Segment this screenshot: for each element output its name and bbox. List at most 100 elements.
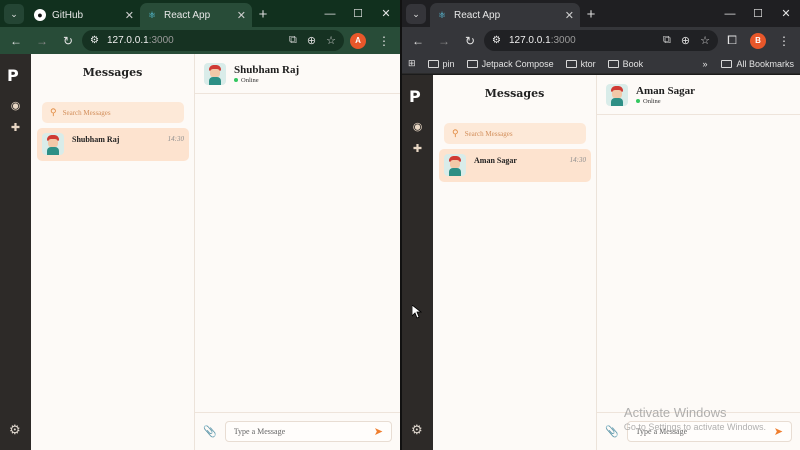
- maximize-icon[interactable]: ☐: [344, 7, 372, 20]
- browser-window-right: ⌄ ⚛ React App ✕ + — ☐ ✕ ← → ↻ ⚙ 127.0.0.…: [402, 0, 800, 450]
- address-bar[interactable]: ⚙ 127.0.0.1:3000 ⧉ ⊕ ☆: [484, 30, 718, 51]
- url-path: :3000: [148, 35, 174, 46]
- avatar: [42, 133, 64, 155]
- reload-button[interactable]: ↻: [56, 30, 80, 52]
- message-box[interactable]: ➤: [224, 421, 392, 442]
- close-window-icon[interactable]: ✕: [372, 7, 400, 20]
- app-logo[interactable]: P: [7, 66, 23, 85]
- browser-toolbar: ← → ↻ ⚙ 127.0.0.1:3000 ⧉ ⊕ ☆ ⧠ B ⋮: [402, 27, 800, 54]
- more-bookmarks-icon[interactable]: »: [702, 59, 707, 69]
- attachment-icon[interactable]: 📎: [203, 425, 217, 438]
- search-box[interactable]: ⚲: [444, 123, 586, 144]
- send-icon[interactable]: ➤: [774, 425, 783, 438]
- extensions-icon[interactable]: ⧠: [720, 30, 744, 52]
- mouse-cursor-icon: [412, 305, 422, 319]
- send-icon[interactable]: ➤: [374, 425, 383, 438]
- add-chat-icon[interactable]: ✚: [411, 142, 424, 155]
- tab-strip: ⌄ ⚛ React App ✕ + — ☐ ✕: [402, 0, 800, 27]
- message-input[interactable]: [233, 427, 374, 436]
- browser-toolbar: ← → ↻ ⚙ 127.0.0.1:3000 ⧉ ⊕ ☆ A ⋮: [0, 27, 400, 54]
- address-bar[interactable]: ⚙ 127.0.0.1:3000 ⧉ ⊕ ☆: [82, 30, 344, 51]
- conversation-item[interactable]: Aman Sagar 14:30: [439, 149, 591, 182]
- new-tab-button[interactable]: +: [580, 3, 602, 25]
- forward-button[interactable]: →: [432, 30, 456, 52]
- search-icon: ⚲: [50, 107, 57, 117]
- chat-contact-name: Aman Sagar: [636, 84, 695, 97]
- bookmark-folder[interactable]: pin: [427, 59, 455, 69]
- install-app-icon[interactable]: ⧉: [289, 34, 297, 47]
- chat-header: Shubham Raj Online: [195, 54, 400, 94]
- minimize-icon[interactable]: —: [716, 8, 744, 20]
- menu-icon[interactable]: ⋮: [372, 30, 396, 52]
- reload-button[interactable]: ↻: [458, 30, 482, 52]
- zoom-icon[interactable]: ⊕: [681, 34, 690, 47]
- forward-button[interactable]: →: [30, 30, 54, 52]
- bookmark-folder[interactable]: Jetpack Compose: [466, 59, 554, 69]
- tab-github[interactable]: ● GitHub ✕: [28, 3, 140, 27]
- close-icon[interactable]: ✕: [125, 9, 134, 22]
- app-logo[interactable]: P: [409, 87, 425, 106]
- react-icon: ⚛: [147, 9, 157, 20]
- settings-gear-icon[interactable]: ⚙: [9, 422, 21, 438]
- status-text: Online: [643, 97, 661, 105]
- bookmark-folder[interactable]: ktor: [565, 59, 596, 69]
- chat-icon[interactable]: ◉: [411, 120, 424, 133]
- tab-label: GitHub: [52, 9, 84, 21]
- menu-icon[interactable]: ⋮: [772, 30, 796, 52]
- bookmark-star-icon[interactable]: ☆: [326, 34, 336, 47]
- install-app-icon[interactable]: ⧉: [663, 34, 671, 47]
- search-input[interactable]: [62, 108, 173, 117]
- chat-pane: Shubham Raj Online 📎 ➤: [195, 54, 400, 450]
- close-window-icon[interactable]: ✕: [772, 7, 800, 20]
- conversation-name: Shubham Raj: [72, 135, 120, 144]
- new-tab-button[interactable]: +: [252, 3, 274, 25]
- chat-icon[interactable]: ◉: [9, 99, 22, 112]
- list-title: Messages: [484, 87, 545, 100]
- tab-search-button[interactable]: ⌄: [406, 4, 426, 24]
- tab-react-app[interactable]: ⚛ React App ✕: [140, 3, 252, 27]
- settings-gear-icon[interactable]: ⚙: [411, 422, 423, 438]
- site-info-icon[interactable]: ⚙: [492, 35, 501, 46]
- search-box[interactable]: ⚲: [42, 102, 184, 123]
- conversation-item[interactable]: Shubham Raj 14:30: [37, 128, 189, 161]
- bookmark-folder[interactable]: Book: [607, 59, 643, 69]
- activation-watermark: Activate Windows Go to Settings to activ…: [624, 405, 766, 432]
- add-chat-icon[interactable]: ✚: [9, 121, 22, 134]
- tab-search-button[interactable]: ⌄: [4, 4, 24, 24]
- zoom-icon[interactable]: ⊕: [307, 34, 316, 47]
- minimize-icon[interactable]: —: [316, 8, 344, 20]
- all-bookmarks-button[interactable]: All Bookmarks: [721, 59, 794, 69]
- url-host: 127.0.0.1: [106, 35, 149, 46]
- close-icon[interactable]: ✕: [565, 9, 574, 22]
- profile-avatar[interactable]: A: [350, 32, 366, 49]
- url-path: :3000: [550, 35, 576, 46]
- window-controls: — ☐ ✕: [316, 0, 400, 27]
- back-button[interactable]: ←: [4, 30, 28, 52]
- tab-react-app[interactable]: ⚛ React App ✕: [430, 3, 580, 27]
- folder-icon: [565, 59, 577, 68]
- back-button[interactable]: ←: [406, 30, 430, 52]
- close-icon[interactable]: ✕: [237, 9, 246, 22]
- folder-icon: [427, 59, 439, 68]
- folder-icon: [721, 59, 733, 68]
- side-rail: P ◉ ✚ ⚙: [402, 75, 433, 450]
- github-icon: ●: [34, 9, 46, 21]
- search-input[interactable]: [464, 129, 575, 138]
- conversation-name: Aman Sagar: [474, 156, 517, 165]
- attachment-icon[interactable]: 📎: [605, 425, 619, 438]
- conversation-list: Messages ⚲ Aman Sagar 14:30: [433, 75, 597, 450]
- window-controls: — ☐ ✕: [716, 0, 800, 27]
- tab-strip: ⌄ ● GitHub ✕ ⚛ React App ✕ + — ☐ ✕: [0, 0, 400, 27]
- bookmarks-bar: ⊞ pin Jetpack Compose ktor Book » All Bo…: [402, 54, 800, 74]
- watermark-subtitle: Go to Settings to activate Windows.: [623, 422, 766, 432]
- conversation-list: Messages ⚲ Shubham Raj 14:30: [31, 54, 195, 450]
- maximize-icon[interactable]: ☐: [744, 7, 772, 20]
- chat-app: P ◉ ✚ ⚙ Messages ⚲ Shubham Raj 14:30 Shu…: [0, 54, 400, 450]
- status-text: Online: [241, 76, 259, 84]
- online-dot-icon: [636, 99, 640, 103]
- profile-avatar[interactable]: B: [750, 32, 766, 49]
- folder-icon: [607, 59, 619, 68]
- bookmark-star-icon[interactable]: ☆: [700, 34, 710, 47]
- site-info-icon[interactable]: ⚙: [90, 35, 99, 46]
- apps-grid-icon[interactable]: ⊞: [408, 58, 416, 69]
